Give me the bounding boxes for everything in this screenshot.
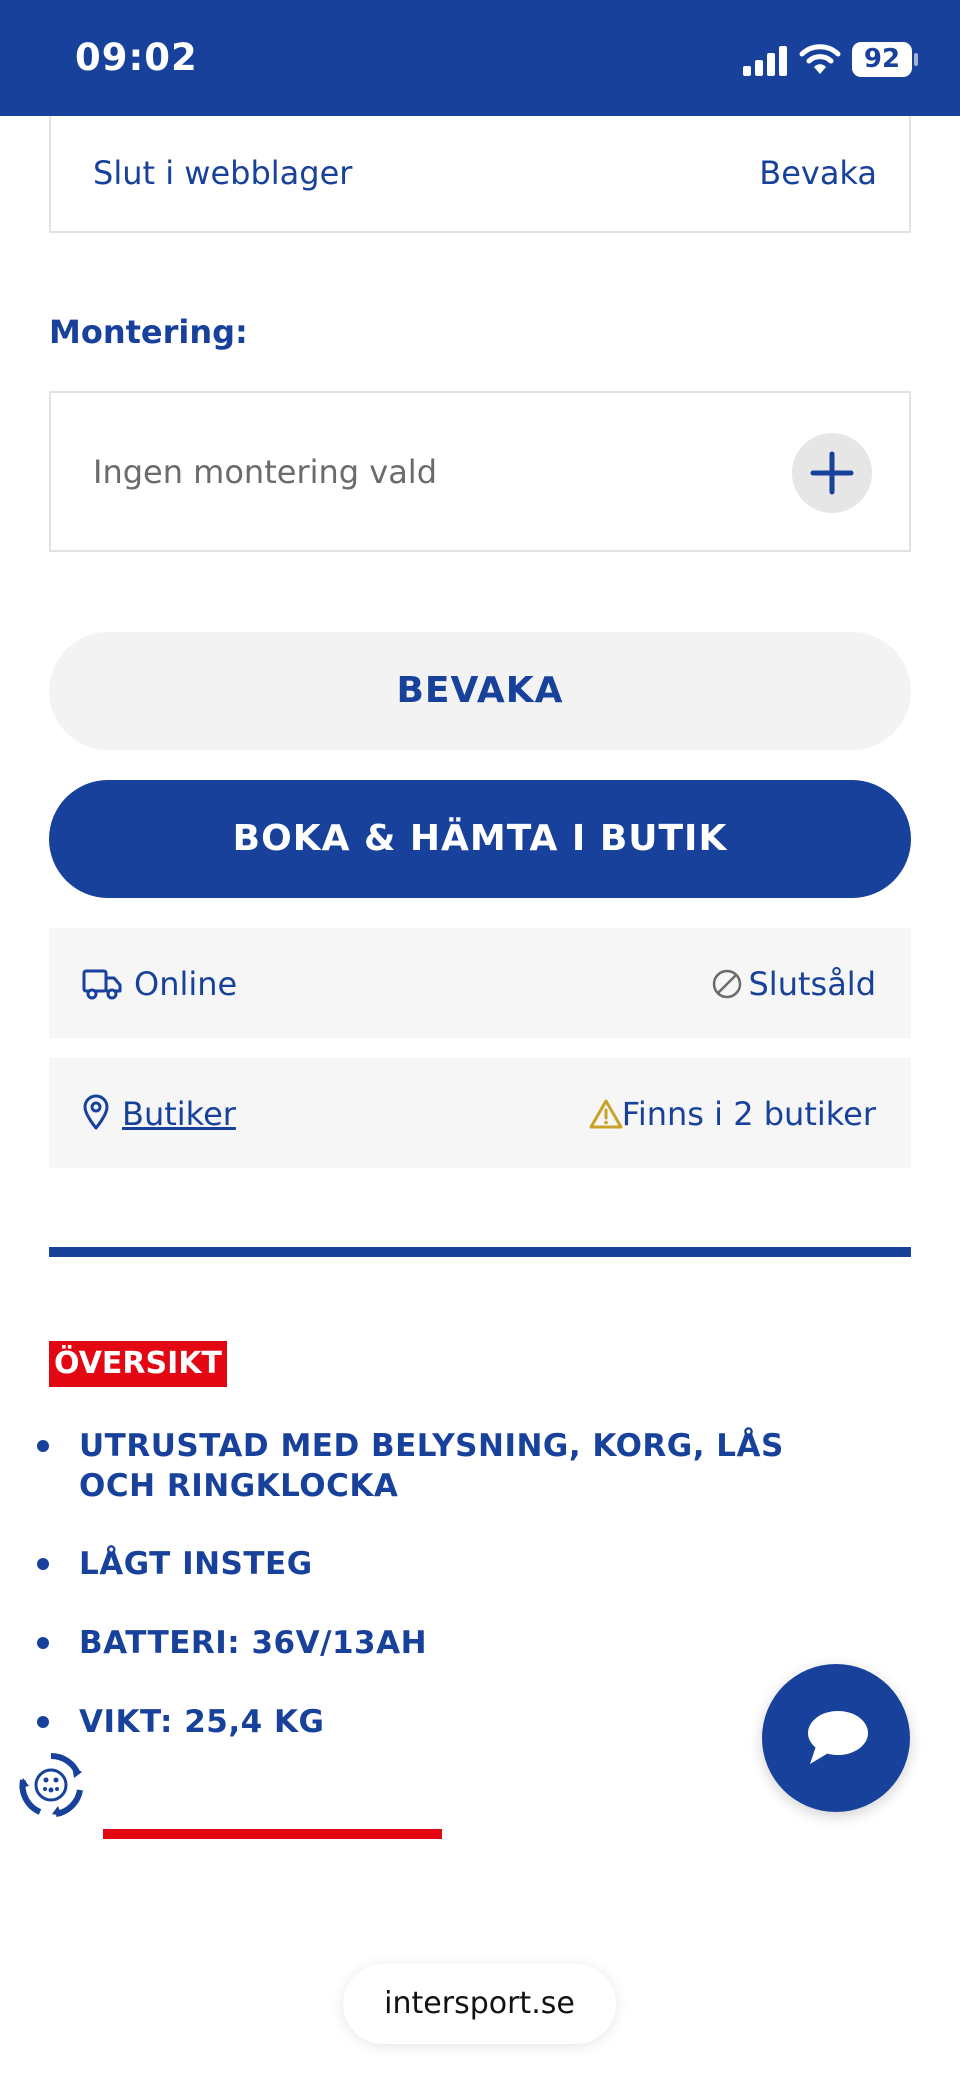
chat-button[interactable] [762,1664,910,1812]
watch-button[interactable]: BEVAKA [49,632,911,750]
browser-url-bar[interactable]: intersport.se [343,1964,616,2044]
list-bullet [37,1440,49,1452]
stores-availability-row: Butiker Finns i 2 butiker [49,1058,911,1168]
status-time: 09:02 [75,36,198,79]
feature-item: LÅGT INSTEG [79,1546,313,1582]
online-availability-row: Online Slutsåld [49,928,911,1038]
mounting-placeholder: Ingen montering vald [93,453,437,491]
wifi-icon [799,44,841,74]
signal-icon [743,46,787,76]
warning-icon [589,1099,623,1129]
battery-tip [914,53,918,66]
chat-bubble-icon [808,1711,868,1764]
section-divider [49,1247,911,1257]
partial-red-heading [103,1829,442,1839]
feature-item: VIKT: 25,4 KG [79,1704,325,1740]
online-status: Slutsåld [748,965,876,1003]
battery-indicator: 92 [852,42,912,77]
stock-watch-link[interactable]: Bevaka [759,154,877,192]
online-label: Online [134,965,238,1003]
list-bullet [37,1558,49,1570]
truck-icon [82,969,122,1000]
book-pickup-button[interactable]: BOKA & HÄMTA I BUTIK [49,780,911,898]
add-mounting-button[interactable] [792,433,872,513]
stock-status-box: Slut i webblager Bevaka [49,116,911,233]
list-bullet [37,1716,49,1728]
overview-heading: ÖVERSIKT [49,1341,227,1387]
feature-item: UTRUSTAD MED BELYSNING, KORG, LÅS OCH RI… [79,1428,784,1504]
ban-icon [712,969,742,999]
stores-link[interactable]: Butiker [122,1095,236,1133]
list-bullet [37,1637,49,1649]
location-pin-icon [83,1094,109,1130]
stores-status: Finns i 2 butiker [621,1095,876,1133]
accessibility-icon[interactable] [16,1750,86,1820]
status-bar: 09:02 92 [0,0,960,116]
stock-status-text: Slut i webblager [93,154,353,192]
plus-icon [810,451,854,495]
mounting-selector[interactable]: Ingen montering vald [49,391,911,552]
feature-item: BATTERI: 36V/13AH [79,1625,428,1661]
mounting-label: Montering: [49,313,248,351]
